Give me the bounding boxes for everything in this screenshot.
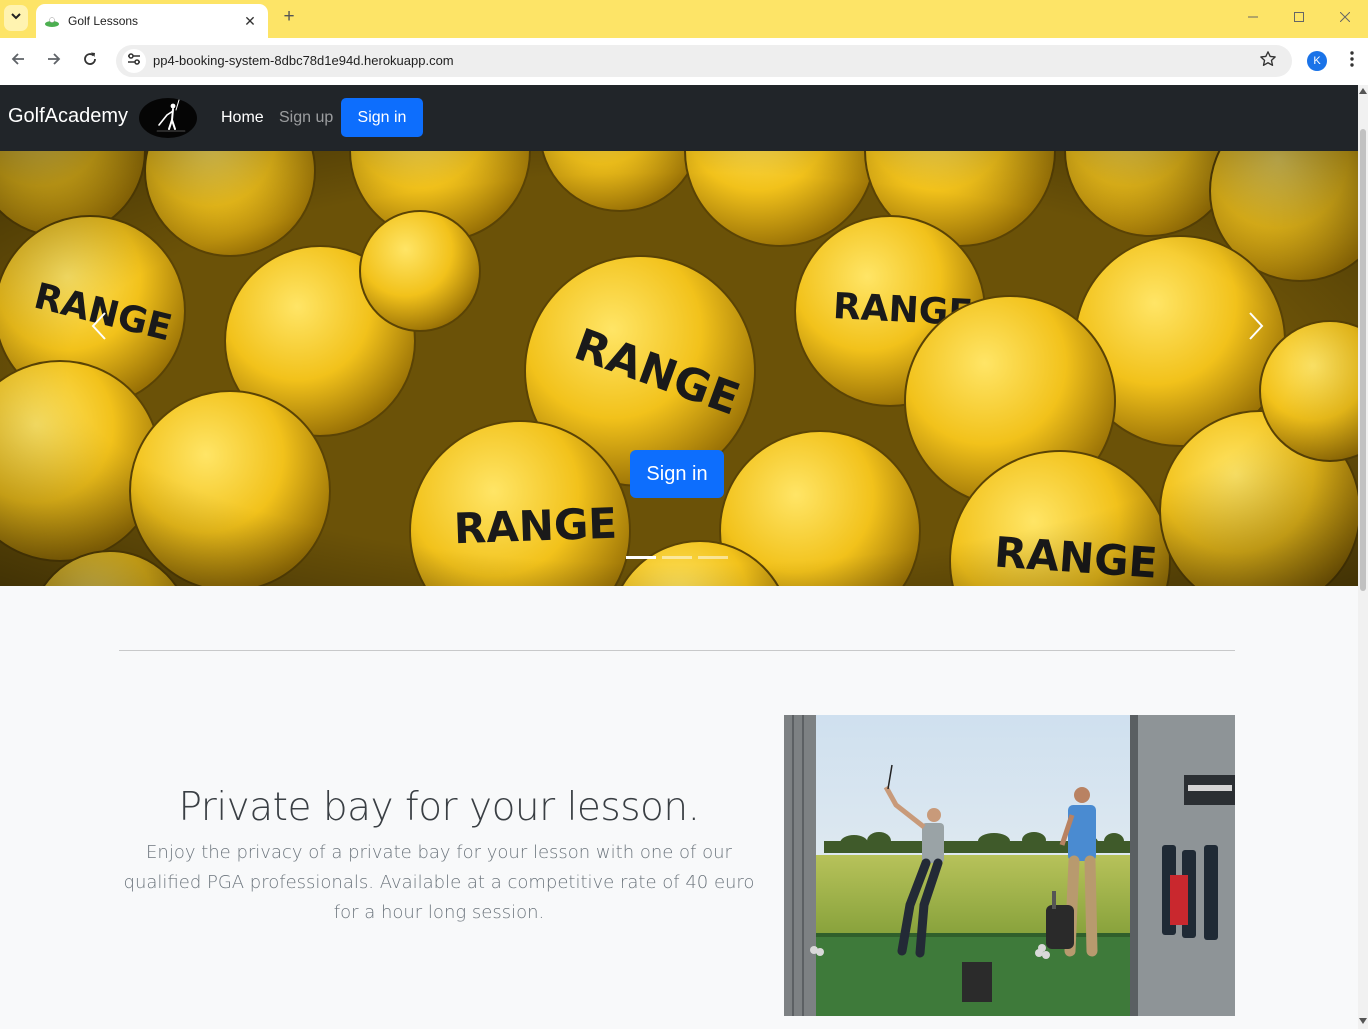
section-divider — [119, 650, 1235, 651]
tab-search-button[interactable] — [4, 5, 28, 31]
close-icon — [1339, 9, 1351, 27]
maximize-button[interactable] — [1276, 0, 1322, 36]
window-controls — [1230, 0, 1368, 36]
nav-link-signup[interactable]: Sign up — [279, 109, 333, 127]
page-viewport: GolfAcademy Home Sign up Sign in Sign in… — [0, 85, 1358, 1029]
minimize-icon — [1248, 9, 1258, 27]
carousel-indicator-1[interactable] — [626, 556, 656, 559]
minimize-button[interactable] — [1230, 0, 1276, 36]
golf-lesson-photo — [784, 715, 1235, 1016]
reload-button[interactable] — [77, 48, 103, 74]
carousel-prev-button[interactable] — [84, 311, 114, 345]
more-vertical-icon — [1350, 50, 1354, 72]
golf-balls-image: RANGERANGERANGERANGERANGE — [0, 151, 1358, 586]
forward-button[interactable] — [41, 48, 67, 74]
hero-carousel: RANGERANGERANGERANGERANGE Sign in — [0, 151, 1358, 586]
carousel-next-button[interactable] — [1241, 311, 1271, 345]
hero-signin-button[interactable]: Sign in — [630, 450, 724, 498]
brand-name[interactable]: GolfAcademy — [8, 105, 128, 128]
carousel-indicator-3[interactable] — [698, 556, 728, 559]
golfer-logo[interactable] — [139, 98, 197, 138]
carousel-indicator-2[interactable] — [662, 556, 692, 559]
browser-tab-bar: Golf Lessons ✕ + — [0, 0, 1368, 38]
feature-heading: Private bay for your lesson. — [178, 785, 700, 830]
arrow-left-icon — [10, 51, 26, 72]
feature-lead: Enjoy the privacy of a private bay for y… — [123, 842, 755, 923]
new-tab-button[interactable]: + — [278, 6, 300, 28]
site-navbar: GolfAcademy Home Sign up Sign in — [0, 85, 1358, 151]
browser-tab[interactable]: Golf Lessons ✕ — [36, 4, 268, 38]
nav-link-home[interactable]: Home — [221, 109, 264, 127]
tune-icon — [127, 52, 141, 71]
bookmark-button[interactable] — [1258, 50, 1278, 73]
close-tab-icon[interactable]: ✕ — [242, 13, 258, 30]
url-text[interactable]: pp4-booking-system-8dbc78d1e94d.herokuap… — [153, 53, 454, 68]
scroll-down-icon[interactable] — [1359, 1017, 1367, 1025]
golf-favicon-icon — [44, 13, 60, 29]
arrow-right-icon — [46, 51, 62, 72]
page-scrollbar[interactable] — [1358, 85, 1368, 1029]
close-window-button[interactable] — [1322, 0, 1368, 36]
reload-icon — [82, 51, 98, 72]
maximize-icon — [1294, 9, 1304, 27]
browser-menu-button[interactable] — [1344, 49, 1360, 73]
feature-text-block: Private bay for your lesson. Enjoy the p… — [119, 785, 759, 928]
chevron-down-icon — [10, 9, 22, 27]
nav-signin-button[interactable]: Sign in — [341, 98, 423, 137]
browser-toolbar: pp4-booking-system-8dbc78d1e94d.herokuap… — [0, 38, 1368, 85]
site-info-button[interactable] — [122, 49, 146, 73]
chevron-left-icon — [91, 311, 107, 346]
carousel-indicators — [626, 556, 728, 559]
profile-avatar[interactable]: K — [1307, 51, 1327, 71]
chevron-right-icon — [1248, 311, 1264, 346]
scroll-up-icon[interactable] — [1359, 87, 1367, 95]
scrollbar-thumb[interactable] — [1360, 129, 1366, 591]
back-button[interactable] — [5, 48, 31, 74]
star-icon — [1259, 50, 1277, 73]
address-bar[interactable]: pp4-booking-system-8dbc78d1e94d.herokuap… — [116, 45, 1292, 77]
tab-title: Golf Lessons — [68, 14, 139, 28]
